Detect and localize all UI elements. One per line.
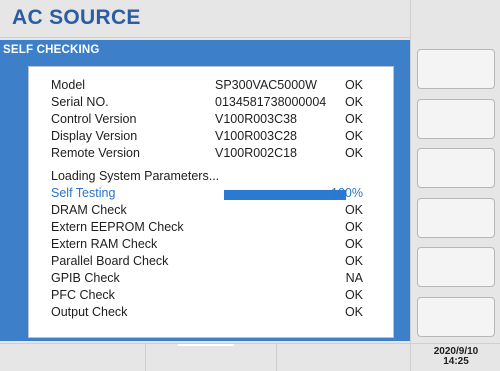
self-checking-panel: SELF CHECKING Model SP300VAC5000W OK Ser…	[0, 40, 410, 341]
bottom-bar	[0, 343, 410, 371]
info-row-remote-version: Remote Version V100R002C18 OK	[47, 146, 375, 163]
info-value: 0134581738000004	[215, 95, 327, 109]
info-row-display-version: Display Version V100R003C28 OK	[47, 129, 375, 146]
top-right-panel	[410, 0, 500, 38]
softkey-column	[410, 37, 500, 343]
check-status: OK	[344, 254, 363, 268]
info-status: OK	[344, 112, 363, 126]
check-status: NA	[345, 271, 363, 285]
progress-fill	[224, 190, 346, 200]
info-value: V100R003C28	[215, 129, 298, 143]
info-row-control-version: Control Version V100R003C38 OK	[47, 112, 375, 129]
check-row-ram: Extern RAM Check OK	[47, 237, 375, 254]
info-value: V100R002C18	[215, 146, 298, 160]
check-label: Output Check	[51, 305, 128, 319]
check-status: OK	[344, 237, 363, 251]
softkey-3[interactable]	[417, 148, 495, 188]
check-row-gpib: GPIB Check NA	[47, 271, 375, 288]
info-label: Model	[51, 78, 86, 92]
app-title: AC SOURCE	[12, 6, 141, 29]
softkey-6[interactable]	[417, 297, 495, 337]
check-row-eeprom: Extern EEPROM Check OK	[47, 220, 375, 237]
self-testing-progress-bar	[224, 190, 346, 200]
info-row-serial: Serial NO. 0134581738000004 OK	[47, 95, 375, 112]
info-label: Remote Version	[51, 146, 140, 160]
self-check-list: Model SP300VAC5000W OK Serial NO. 013458…	[28, 66, 394, 338]
check-row-dram: DRAM Check OK	[47, 203, 375, 220]
check-status: OK	[344, 288, 363, 302]
loading-text: Loading System Parameters...	[51, 169, 220, 183]
check-label: Extern RAM Check	[51, 237, 158, 251]
check-label: DRAM Check	[51, 203, 127, 217]
panel-title: SELF CHECKING	[3, 44, 100, 56]
softkey-5[interactable]	[417, 247, 495, 287]
softkey-4[interactable]	[417, 198, 495, 238]
check-status: OK	[344, 220, 363, 234]
self-testing-row: Self Testing 100%	[47, 186, 375, 203]
self-testing-percent: 100%	[331, 186, 363, 200]
info-value: V100R003C38	[215, 112, 298, 126]
title-bar: AC SOURCE	[0, 0, 410, 38]
check-status: OK	[344, 305, 363, 319]
check-row-pfc: PFC Check OK	[47, 288, 375, 305]
info-status: OK	[344, 78, 363, 92]
info-status: OK	[344, 146, 363, 160]
loading-row: Loading System Parameters...	[47, 169, 375, 186]
softkey-1[interactable]	[417, 49, 495, 89]
check-label: Parallel Board Check	[51, 254, 169, 268]
info-value: SP300VAC5000W	[215, 78, 317, 92]
check-label: Extern EEPROM Check	[51, 220, 184, 234]
check-status: OK	[344, 203, 363, 217]
check-row-parallel-board: Parallel Board Check OK	[47, 254, 375, 271]
bottom-indicator	[178, 344, 234, 346]
clock-time: 14:25	[443, 356, 469, 367]
bottom-segment-2	[146, 344, 277, 371]
info-label: Control Version	[51, 112, 137, 126]
info-label: Serial NO.	[51, 95, 109, 109]
info-row-model: Model SP300VAC5000W OK	[47, 78, 375, 95]
check-row-output: Output Check OK	[47, 305, 375, 322]
clock: 2020/9/10 14:25	[410, 343, 500, 371]
info-status: OK	[344, 129, 363, 143]
info-label: Display Version	[51, 129, 138, 143]
check-label: GPIB Check	[51, 271, 120, 285]
softkey-2[interactable]	[417, 99, 495, 139]
check-label: PFC Check	[51, 288, 115, 302]
self-testing-label: Self Testing	[51, 186, 116, 200]
info-status: OK	[344, 95, 363, 109]
bottom-segment-1	[0, 344, 146, 371]
